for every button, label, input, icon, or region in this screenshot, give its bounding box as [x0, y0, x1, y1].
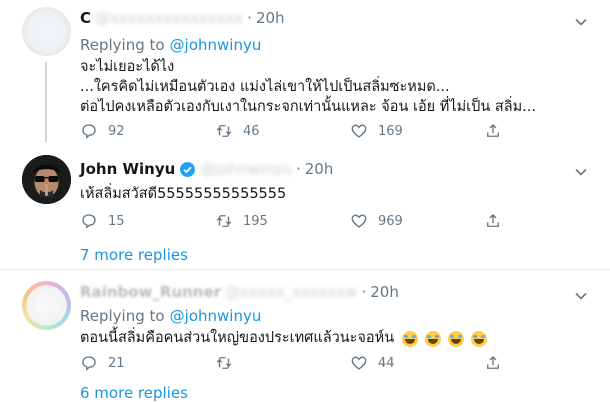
retweet-icon: [216, 357, 232, 369]
reply-to-mention[interactable]: @johnwinyu: [170, 307, 262, 325]
more-replies-link[interactable]: 6 more replies: [80, 384, 188, 402]
replying-to-label: Replying to: [80, 36, 165, 54]
chevron-down-icon[interactable]: [574, 164, 588, 183]
retweet-icon: [216, 125, 232, 137]
separator: ·: [295, 160, 301, 178]
tweet-header: John Winyu @johnwinyu · 20h: [80, 160, 333, 178]
reply-button[interactable]: 92: [80, 122, 125, 140]
reply-icon: [82, 356, 96, 371]
share-button[interactable]: [484, 122, 512, 140]
separator: ·: [247, 9, 252, 27]
replying-to-label: Replying to: [80, 307, 165, 325]
avatar[interactable]: [22, 7, 71, 56]
like-button[interactable]: 169: [350, 122, 403, 140]
share-button[interactable]: [484, 354, 512, 372]
share-icon: [487, 124, 499, 137]
like-count: 44: [378, 355, 395, 371]
retweet-button[interactable]: 46: [215, 122, 260, 140]
separator: ·: [361, 283, 367, 301]
reply-count: 15: [108, 213, 125, 229]
reply-count: 92: [108, 123, 125, 139]
like-icon: [351, 124, 367, 138]
reply-button[interactable]: 21: [80, 354, 125, 372]
tweet-text-line: ต่อไปคงเหลือตัวเองกับเงาในกระจกเท่านั้นแ…: [80, 99, 536, 115]
tweet-header: C @xxxxxxxxxxxxxxx · 20h: [80, 9, 285, 27]
like-count: 169: [378, 123, 403, 139]
reply-icon: [82, 214, 96, 229]
avatar-portrait: [22, 155, 71, 204]
display-name[interactable]: C: [80, 9, 91, 27]
reply-context: Replying to @johnwinyu: [80, 35, 261, 54]
avatar[interactable]: [22, 155, 71, 204]
reply-button[interactable]: 15: [80, 212, 125, 230]
timestamp[interactable]: 20h: [370, 283, 399, 301]
tweet-text-line: ...ใครคิดไม่เหมือนตัวเอง แม่งไล่เขาให้ไป…: [80, 79, 450, 95]
handle[interactable]: @xxxxxxxxxxxxxxx: [95, 9, 243, 27]
laughing-emoji-icon: [425, 331, 442, 347]
reply-context: Replying to @johnwinyu: [80, 306, 261, 325]
timestamp[interactable]: 20h: [256, 9, 285, 27]
tweet-header: Rainbow_Runner @xxxxx_xxxxxxw · 20h: [80, 283, 399, 301]
display-name[interactable]: Rainbow_Runner: [80, 283, 221, 301]
share-icon: [487, 214, 499, 227]
like-icon: [351, 214, 367, 228]
laughing-emoji-icon: [448, 331, 465, 347]
tweet-text-line: ตอนนี้สลิ่มคือคนส่วนใหญ่ของประเทศแล้วนะจ…: [80, 330, 395, 346]
more-replies-link[interactable]: 7 more replies: [80, 246, 188, 264]
share-icon: [487, 356, 499, 369]
emoji-group: [400, 329, 488, 348]
display-name[interactable]: John Winyu: [80, 160, 175, 178]
timestamp[interactable]: 20h: [305, 160, 334, 178]
divider: [0, 269, 610, 270]
like-button[interactable]: 44: [350, 354, 395, 372]
chevron-down-icon[interactable]: [574, 14, 588, 33]
chevron-down-icon[interactable]: [574, 288, 588, 307]
reply-to-mention[interactable]: @johnwinyu: [170, 36, 262, 54]
handle[interactable]: @johnwinyu: [200, 160, 292, 178]
retweet-count: 195: [243, 213, 268, 229]
tweet-text-line: เห้สลิ่มสวัสดี55555555555555: [80, 186, 287, 202]
reply-icon: [82, 124, 96, 139]
tweet-text: ตอนนี้สลิ่มคือคนส่วนใหญ่ของประเทศแล้วนะจ…: [80, 329, 488, 348]
handle[interactable]: @xxxxx_xxxxxxw: [225, 283, 357, 301]
retweet-icon: [216, 215, 232, 227]
avatar[interactable]: [22, 281, 71, 330]
laughing-emoji-icon: [471, 331, 488, 347]
laughing-emoji-icon: [402, 331, 419, 347]
retweet-count: 46: [243, 123, 260, 139]
verified-badge-icon: [179, 161, 196, 178]
tweet-text-line: จะไม่เยอะได้ไง: [80, 59, 175, 75]
share-button[interactable]: [484, 212, 512, 230]
reply-count: 21: [108, 355, 125, 371]
retweet-button[interactable]: [215, 354, 243, 372]
retweet-button[interactable]: 195: [215, 212, 268, 230]
thread-line: [45, 62, 47, 142]
like-count: 969: [378, 213, 403, 229]
like-button[interactable]: 969: [350, 212, 403, 230]
like-icon: [351, 356, 367, 370]
